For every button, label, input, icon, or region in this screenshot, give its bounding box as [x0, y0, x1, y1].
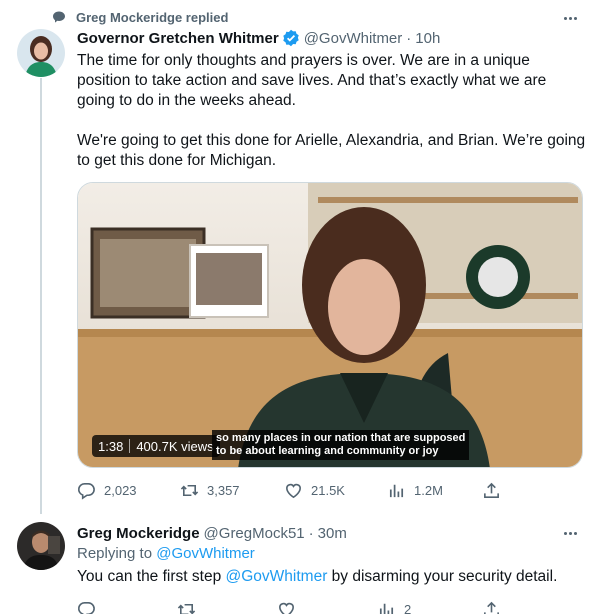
video-info-badge: 1:38 400.7K views — [92, 435, 220, 457]
video-captions: so many places in our nation that are su… — [212, 430, 470, 460]
caption-line-1: so many places in our nation that are su… — [216, 432, 466, 444]
heart-icon — [286, 483, 301, 498]
analytics-icon — [389, 484, 404, 497]
reply-share-button[interactable] — [482, 600, 501, 614]
separator-dot: · — [406, 29, 412, 47]
video-player[interactable]: 1:38 400.7K views so many places in our … — [77, 182, 583, 468]
reply-icon — [77, 601, 95, 614]
main-tweet-actions: 2,023 3,357 21.5K 1.2M — [77, 479, 507, 501]
replying-to-handle-link[interactable]: @GovWhitmer — [156, 545, 255, 562]
separator-dot: · — [308, 524, 314, 542]
speech-bubble-icon — [52, 10, 66, 24]
social-context-text: Greg Mockeridge replied — [76, 9, 229, 25]
author-handle[interactable]: @GovWhitmer — [304, 30, 403, 47]
view-count: 1.2M — [414, 482, 443, 498]
reply-more-options-icon[interactable] — [560, 523, 580, 543]
main-tweet-header: Governor Gretchen Whitmer @GovWhitmer · … — [77, 28, 440, 48]
reply-author-handle[interactable]: @GregMock51 — [204, 525, 305, 542]
retweet-icon — [177, 603, 196, 614]
replying-to: Replying to @GovWhitmer — [77, 545, 255, 562]
tweet-timestamp[interactable]: 10h — [415, 30, 440, 47]
retweet-icon — [180, 484, 199, 496]
reply-view-count: 2 — [404, 601, 412, 614]
reply-mention-link[interactable]: @GovWhitmer — [226, 568, 328, 585]
retweet-count: 3,357 — [207, 482, 240, 498]
avatar-greg-mockeridge[interactable] — [17, 522, 65, 570]
heart-icon — [279, 602, 294, 614]
verified-badge-icon — [282, 29, 300, 47]
reply-timestamp[interactable]: 30m — [318, 525, 347, 542]
video-duration: 1:38 — [98, 438, 124, 454]
reply-like-button[interactable] — [277, 600, 304, 614]
like-button[interactable]: 21.5K — [284, 481, 345, 500]
reply-retweet-button[interactable] — [177, 600, 204, 614]
video-frame — [78, 183, 582, 467]
share-button[interactable] — [482, 481, 501, 500]
retweet-button[interactable]: 3,357 — [180, 481, 240, 500]
thread-line — [40, 78, 42, 514]
reply-views-button[interactable]: 2 — [377, 600, 411, 614]
video-views: 400.7K views — [136, 438, 214, 454]
main-tweet-text: The time for only thoughts and prayers i… — [77, 51, 587, 171]
avatar-gov-whitmer[interactable] — [17, 29, 65, 77]
reply-button[interactable]: 2,023 — [77, 481, 137, 500]
like-count: 21.5K — [311, 482, 345, 498]
tweet-paragraph-2: We're going to get this done for Arielle… — [77, 132, 586, 169]
views-button[interactable]: 1.2M — [387, 481, 443, 500]
replying-to-label: Replying to — [77, 545, 153, 562]
share-icon — [484, 482, 499, 498]
reply-text-before: You can the first step — [77, 568, 222, 585]
reply-tweet-header: Greg Mockeridge @GregMock51 · 30m — [77, 523, 347, 543]
share-icon — [484, 601, 499, 614]
analytics-icon — [379, 603, 394, 614]
caption-line-2: to be about learning and community or jo… — [216, 445, 439, 457]
reply-tweet-text: You can the first step @GovWhitmer by di… — [77, 567, 587, 587]
reply-author-name[interactable]: Greg Mockeridge — [77, 525, 200, 542]
author-name[interactable]: Governor Gretchen Whitmer — [77, 30, 279, 47]
social-context[interactable]: Greg Mockeridge replied — [52, 8, 228, 26]
more-options-icon[interactable] — [560, 8, 580, 28]
reply-tweet-actions: 2 — [77, 598, 507, 614]
reply-reply-button[interactable] — [77, 600, 104, 614]
reply-text-after: by disarming your security detail. — [331, 568, 558, 585]
reply-icon — [77, 482, 95, 500]
reply-count: 2,023 — [104, 482, 137, 498]
tweet-paragraph-1: The time for only thoughts and prayers i… — [77, 52, 547, 109]
